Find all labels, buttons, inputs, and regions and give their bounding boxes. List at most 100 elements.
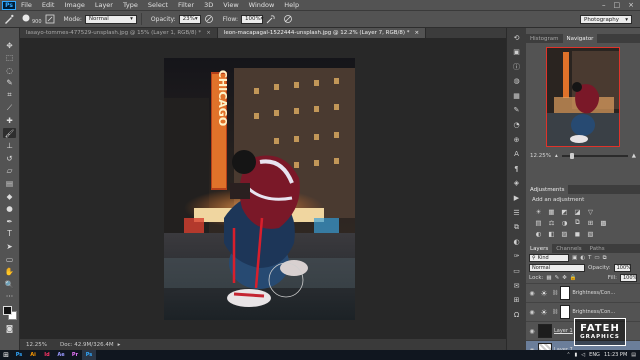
tab-navigator[interactable]: Navigator: [562, 34, 598, 43]
quick-mask-icon[interactable]: ◙: [3, 323, 16, 333]
photo-filter-icon[interactable]: ⧉: [573, 218, 582, 227]
hand-tool-icon[interactable]: ✋: [3, 267, 16, 277]
mode-select[interactable]: Normal ▾: [84, 14, 137, 24]
brush-tool-icon[interactable]: 🖌: [3, 128, 16, 139]
gradient-tool-icon[interactable]: ▤: [3, 179, 16, 189]
menu-layer[interactable]: Layer: [90, 1, 118, 9]
foreground-color-swatch[interactable]: [2, 306, 12, 316]
taskbar-app-after-effects[interactable]: Ae: [54, 350, 68, 360]
posterize-icon[interactable]: ◧: [547, 229, 556, 238]
actions-panel-icon[interactable]: ▶: [511, 193, 523, 204]
healing-brush-tool-icon[interactable]: ✚: [3, 116, 16, 126]
blur-tool-icon[interactable]: ◆: [3, 191, 16, 201]
color-balance-icon[interactable]: ⚖: [547, 218, 556, 227]
zoom-in-icon[interactable]: ▲: [632, 153, 636, 159]
network-icon[interactable]: ▮: [575, 352, 578, 358]
document-canvas[interactable]: CHICAGO: [164, 58, 355, 320]
quick-select-tool-icon[interactable]: ✎: [3, 78, 16, 88]
invert-icon[interactable]: ◐: [534, 229, 543, 238]
character-panel-icon[interactable]: A: [511, 149, 523, 160]
lasso-tool-icon[interactable]: ◌: [3, 65, 16, 75]
canvas-area[interactable]: CHICAGO: [20, 38, 506, 339]
blend-mode-select[interactable]: Normal: [529, 264, 585, 272]
swatches-panel-icon[interactable]: ▦: [511, 90, 523, 101]
opacity-field[interactable]: 23% ▾: [178, 14, 201, 24]
layer-fill-field[interactable]: 100%: [620, 274, 637, 282]
zoom-level[interactable]: 12.25%: [20, 342, 60, 348]
close-tab-icon[interactable]: ×: [415, 30, 420, 36]
menu-image[interactable]: Image: [59, 1, 89, 9]
properties-panel-icon[interactable]: ▣: [511, 47, 523, 58]
info-panel-icon[interactable]: ⓘ: [511, 61, 523, 72]
layer-mask-thumbnail[interactable]: [560, 286, 571, 300]
document-tab[interactable]: lasayo-tommes-477529-unsplash.jpg @ 15% …: [20, 28, 218, 38]
toggle-brush-panel-icon[interactable]: [45, 14, 56, 25]
windows-start-icon[interactable]: ⊞: [0, 350, 12, 360]
layer-name[interactable]: Brightness/Con...: [572, 290, 615, 296]
dodge-tool-icon[interactable]: ●: [3, 204, 16, 214]
navigator-zoom-value[interactable]: 12.25%: [530, 153, 551, 159]
color-swatches[interactable]: [2, 306, 17, 321]
menu-edit[interactable]: Edit: [37, 1, 60, 9]
zoom-tool-icon[interactable]: 🔍: [3, 279, 16, 289]
layer-row[interactable]: ◉ ☀ ⛓ Brightness/Con...: [526, 283, 640, 302]
visibility-eye-icon[interactable]: ◉: [528, 290, 536, 297]
document-info[interactable]: Doc: 42.9M/326.4M ▸: [60, 342, 120, 348]
airbrush-icon[interactable]: [266, 14, 277, 25]
menu-file[interactable]: File: [16, 1, 37, 9]
tab-channels[interactable]: Channels: [552, 244, 585, 253]
measurement-panel-icon[interactable]: ⊞: [511, 295, 523, 306]
pen-tool-icon[interactable]: ✒: [3, 216, 16, 226]
paths-panel-icon[interactable]: ✑: [511, 251, 523, 262]
crop-tool-icon[interactable]: ⌗: [3, 90, 16, 100]
volume-icon[interactable]: ◁: [581, 352, 585, 358]
history-panel-icon[interactable]: ⟲: [511, 32, 523, 43]
eyedropper-tool-icon[interactable]: ⟋: [3, 103, 16, 113]
clone-stamp-tool-icon[interactable]: ⊥: [3, 141, 16, 151]
gradient-map-icon[interactable]: ▧: [586, 229, 595, 238]
close-button[interactable]: ×: [628, 1, 634, 9]
taskbar-app-photoshop[interactable]: Ps: [12, 350, 26, 360]
black-white-icon[interactable]: ◑: [560, 218, 569, 227]
clone-source-icon[interactable]: ⊕: [511, 134, 523, 145]
visibility-eye-icon[interactable]: ◉: [528, 309, 536, 316]
close-tab-icon[interactable]: ×: [206, 30, 211, 36]
filter-adjustment-icon[interactable]: ◐: [580, 255, 585, 261]
tab-layers[interactable]: Layers: [526, 244, 553, 253]
taskbar-app-photoshop-active[interactable]: Ps: [82, 350, 96, 360]
pressure-opacity-icon[interactable]: [204, 14, 215, 25]
maximize-button[interactable]: □: [614, 1, 621, 9]
lock-position-icon[interactable]: ✥: [562, 275, 567, 281]
clock[interactable]: 11:23 PM: [604, 352, 627, 358]
chevron-up-icon[interactable]: ⌃: [566, 352, 570, 358]
layer-kind-filter[interactable]: ⚲ Kind: [529, 254, 569, 262]
curves-icon[interactable]: ◩: [560, 207, 569, 216]
hue-saturation-icon[interactable]: ▤: [534, 218, 543, 227]
menu-help[interactable]: Help: [279, 1, 304, 9]
lock-pixels-icon[interactable]: ✎: [555, 275, 560, 281]
layer-name[interactable]: Layer 1: [554, 328, 573, 334]
libraries-panel-icon[interactable]: ☰: [511, 207, 523, 218]
brush-panel-icon[interactable]: ✎: [511, 105, 523, 116]
channel-mixer-icon[interactable]: ⊞: [586, 218, 595, 227]
taskbar-app-indesign[interactable]: Id: [40, 350, 54, 360]
menu-window[interactable]: Window: [244, 1, 280, 9]
layer-mask-thumbnail[interactable]: [560, 305, 571, 319]
levels-icon[interactable]: ▦: [547, 207, 556, 216]
flow-field[interactable]: 100% ▾: [240, 14, 263, 24]
tab-histogram[interactable]: Histogram: [526, 34, 563, 43]
menu-3d[interactable]: 3D: [199, 1, 218, 9]
notifications-icon[interactable]: ▤: [631, 352, 636, 358]
taskbar-app-premiere[interactable]: Pr: [68, 350, 82, 360]
brush-presets-icon[interactable]: ◔: [511, 120, 523, 131]
brightness-contrast-icon[interactable]: ☀: [534, 207, 543, 216]
visibility-eye-icon[interactable]: ◉: [528, 328, 536, 335]
language-indicator[interactable]: ENG: [589, 352, 600, 358]
taskbar-app-illustrator[interactable]: Ai: [26, 350, 40, 360]
move-tool-icon[interactable]: ✥: [3, 40, 16, 50]
filter-type-icon[interactable]: T: [588, 255, 591, 261]
workspace-select[interactable]: Photography ▾: [580, 15, 632, 24]
brush-size-icon[interactable]: [20, 14, 31, 25]
slider-handle[interactable]: [569, 153, 574, 159]
tab-paths[interactable]: Paths: [586, 244, 609, 253]
